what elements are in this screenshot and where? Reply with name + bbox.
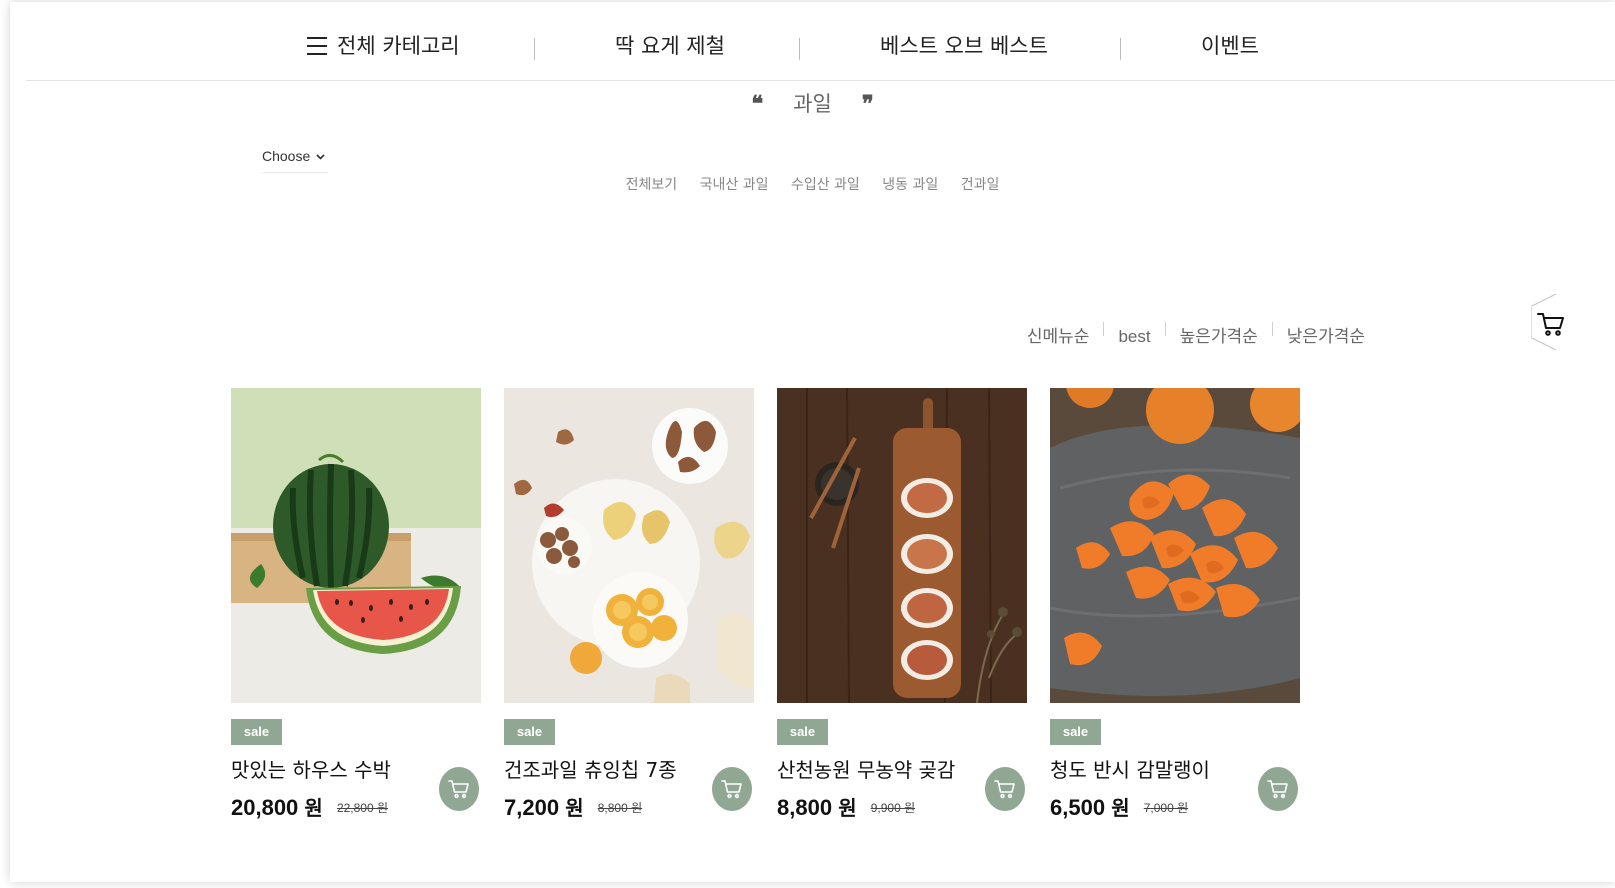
sale-badge: sale [231,719,282,745]
subcategory-dried[interactable]: 건과일 [961,177,1000,193]
nav-divider [1120,38,1121,60]
nav-all-categories[interactable]: 전체 카테고리 [307,30,460,60]
subcategory-list: 전체보기 국내산 과일 수입산 과일 냉동 과일 건과일 [10,174,1615,194]
top-navigation: 전체 카테고리 딱 요게 제철 베스트 오브 베스트 이벤트 [26,2,1615,81]
cart-icon [721,780,742,799]
product-name[interactable]: 산천농원 무농약 곶감 [777,754,955,783]
subcategory-domestic[interactable]: 국내산 과일 [700,177,769,193]
price-value: 20,800 [231,795,299,820]
product-name[interactable]: 청도 반시 감말랭이 [1050,754,1210,783]
sale-badge: sale [777,719,828,745]
add-to-cart-button[interactable] [1258,767,1298,811]
sale-badge: sale [1050,719,1101,745]
product-name[interactable]: 맛있는 하우스 수박 [231,754,391,783]
price-unit: 원 [1111,796,1130,820]
product-image-watermelon[interactable] [231,388,481,703]
category-title-text: 과일 [793,92,832,116]
cart-icon [1531,293,1590,351]
sort-divider [1164,322,1166,336]
page-frame: 전체 카테고리 딱 요게 제철 베스트 오브 베스트 이벤트 ❝ 과일 ❞ Choo… [10,2,1615,882]
nav-item-seasonal[interactable]: 딱 요게 제철 [615,30,725,60]
sort-best[interactable]: best [1118,327,1150,346]
price-value: 6,500 [1050,795,1106,820]
subcategory-all[interactable]: 전체보기 [626,177,678,193]
choose-dropdown[interactable]: Choose [262,148,328,173]
original-price: 8,800 원 [597,801,643,815]
price-value: 8,800 [777,795,833,820]
product-card[interactable]: sale 맛있는 하우스 수박 20,800 원 22,800 원 [231,388,481,828]
subcategory-frozen[interactable]: 냉동 과일 [882,177,938,193]
product-name[interactable]: 건조과일 츄잉칩 7종 [504,754,677,783]
original-price: 7,000 원 [1143,801,1189,815]
sort-newest[interactable]: 신메뉴순 [1027,327,1090,347]
sort-options: 신메뉴순 best 높은가격순 낮은가격순 [1027,322,1365,347]
subcategory-imported[interactable]: 수입산 과일 [791,177,860,193]
price-unit: 원 [838,796,857,820]
original-price: 9,900 원 [870,801,916,815]
product-price: 7,200 원 8,800 원 [504,792,642,821]
add-to-cart-button[interactable] [712,767,752,811]
product-price: 8,800 원 9,900 원 [777,792,915,821]
close-quote-icon: ❞ [861,91,874,117]
product-card[interactable]: sale 청도 반시 감말랭이 6,500 원 7,000 원 [1050,388,1300,828]
product-image-dried-persimmon-slices[interactable] [1050,388,1300,703]
nav-all-categories-label: 전체 카테고리 [337,34,460,58]
hamburger-icon[interactable] [307,37,327,55]
nav-item-event[interactable]: 이벤트 [1201,30,1259,60]
nav-item-best[interactable]: 베스트 오브 베스트 [880,30,1048,60]
cart-icon [1267,780,1288,799]
cart-icon [448,780,469,799]
product-card[interactable]: sale 건조과일 츄잉칩 7종 7,200 원 8,800 원 [504,388,754,828]
product-card[interactable]: sale 산천농원 무농약 곶감 8,800 원 9,900 원 [777,388,1027,828]
side-cart-tab[interactable] [1530,292,1590,352]
sort-divider [1271,322,1273,336]
product-image-dried-fruit-chips[interactable] [504,388,754,703]
nav-divider [534,38,535,60]
price-value: 7,200 [504,795,560,820]
category-title: ❝ 과일 ❞ [10,88,1615,118]
nav-divider [799,38,800,60]
product-image-dried-persimmon-board[interactable] [777,388,1027,703]
product-price: 20,800 원 22,800 원 [231,792,388,821]
sort-price-high[interactable]: 높은가격순 [1180,327,1258,347]
sort-divider [1103,322,1105,336]
sale-badge: sale [504,719,555,745]
cart-icon [994,780,1015,799]
product-price: 6,500 원 7,000 원 [1050,792,1188,821]
choose-label: Choose [262,148,311,164]
price-unit: 원 [565,796,584,820]
chevron-down-icon [313,152,325,162]
sort-price-low[interactable]: 낮은가격순 [1287,327,1365,347]
add-to-cart-button[interactable] [985,767,1025,811]
original-price: 22,800 원 [336,801,389,815]
add-to-cart-button[interactable] [439,767,479,811]
open-quote-icon: ❝ [751,91,764,117]
price-unit: 원 [304,796,323,820]
